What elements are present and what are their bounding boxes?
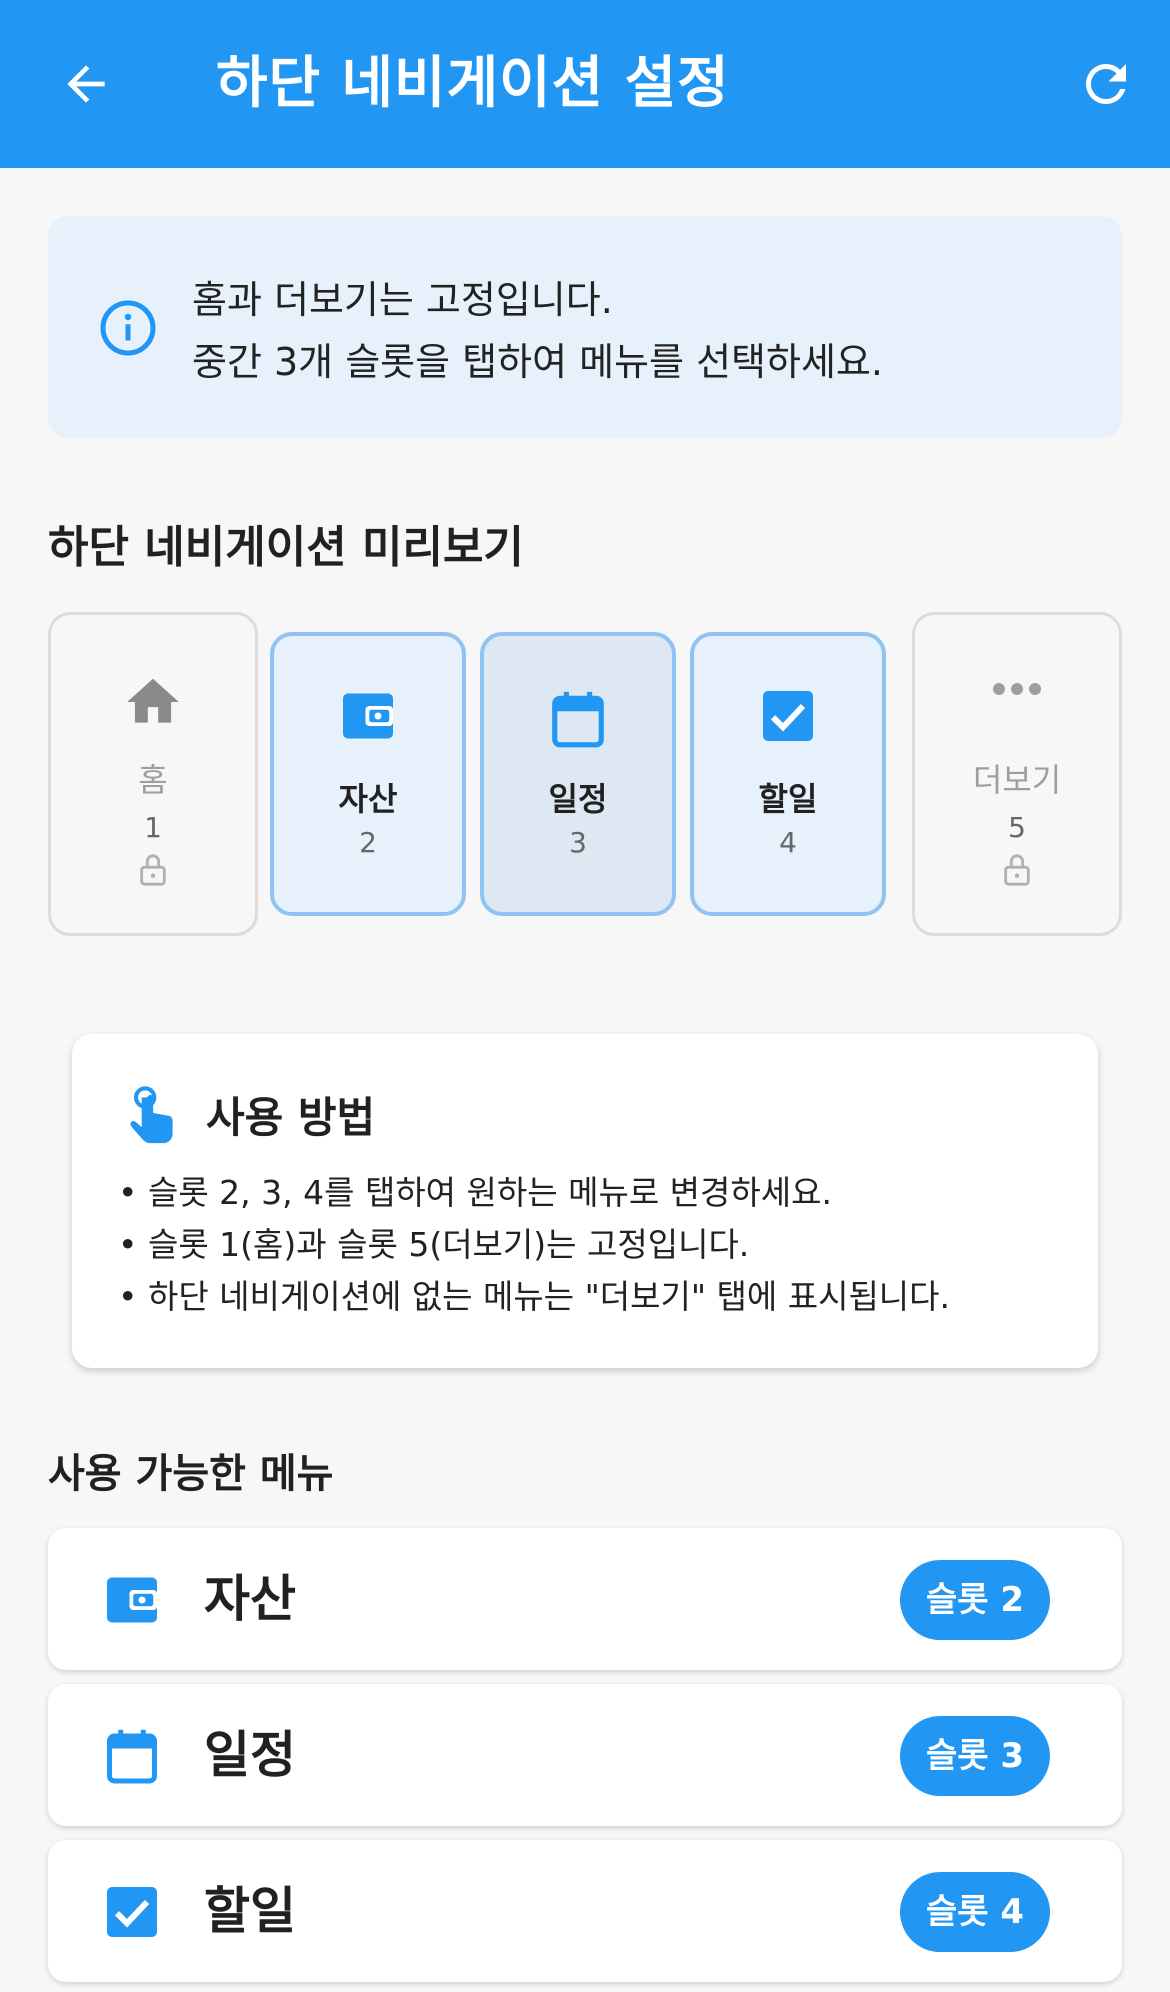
info-line-1: 홈과 더보기는 고정입니다. [192, 278, 613, 322]
slot-label: 더보기 [972, 761, 1062, 799]
slot-label: 홈 [138, 761, 168, 799]
menu-item-todo[interactable]: 할일 슬롯 4 [48, 1840, 1122, 1982]
slot-home: 홈 1 [48, 612, 258, 936]
howto-bullet-1: • 슬롯 2, 3, 4를 탭하여 원하는 메뉴로 변경하세요. [118, 1173, 832, 1212]
howto-bullet-3: • 하단 네비게이션에 없는 메뉴는 "더보기" 탭에 표시됩니다. [118, 1277, 951, 1316]
calendar-icon [107, 1729, 157, 1784]
wallet-icon [107, 1577, 157, 1623]
menu-item-label: 일정 [204, 1726, 296, 1784]
menu-list-title: 사용 가능한 메뉴 [48, 1451, 334, 1497]
menu-item-label: 할일 [204, 1882, 296, 1940]
howto-card: 사용 방법 • 슬롯 2, 3, 4를 탭하여 원하는 메뉴로 변경하세요. •… [72, 1034, 1098, 1368]
page-title: 하단 네비게이션 설정 [216, 51, 730, 116]
checkbox-icon [107, 1887, 157, 1937]
slot-assets[interactable]: 자산 2 [270, 632, 466, 916]
refresh-icon [1086, 64, 1126, 104]
slot-schedule[interactable]: 일정 3 [480, 632, 676, 916]
more-horiz-icon [993, 683, 1041, 695]
slot-badge: 슬롯 2 [900, 1560, 1050, 1640]
checkbox-icon [763, 691, 813, 741]
app-bar: 하단 네비게이션 설정 [0, 0, 1170, 168]
slot-todo[interactable]: 할일 4 [690, 632, 886, 916]
slot-badge: 슬롯 3 [900, 1716, 1050, 1796]
slot-label: 할일 [758, 780, 818, 818]
slot-label: 일정 [548, 780, 608, 818]
info-banner: 홈과 더보기는 고정입니다. 중간 3개 슬롯을 탭하여 메뉴를 선택하세요. [48, 216, 1122, 438]
slot-number: 3 [569, 826, 587, 859]
arrow-back-icon [67, 65, 105, 103]
refresh-button[interactable] [1066, 44, 1146, 124]
slot-number: 2 [359, 826, 377, 859]
slot-label: 자산 [338, 780, 398, 818]
slot-more: 더보기 5 [912, 612, 1122, 936]
menu-item-assets[interactable]: 자산 슬롯 2 [48, 1528, 1122, 1670]
back-button[interactable] [46, 44, 126, 124]
lock-icon [140, 854, 166, 886]
preview-title: 하단 네비게이션 미리보기 [48, 522, 524, 573]
wallet-icon [343, 693, 393, 739]
info-icon [100, 300, 156, 356]
calendar-icon [552, 691, 604, 748]
howto-bullet-2: • 슬롯 1(홈)과 슬롯 5(더보기)는 고정입니다. [118, 1225, 750, 1264]
slot-badge: 슬롯 4 [900, 1872, 1050, 1952]
slot-number: 1 [144, 811, 162, 844]
info-line-2: 중간 3개 슬롯을 탭하여 메뉴를 선택하세요. [192, 340, 883, 384]
menu-item-label: 자산 [204, 1570, 296, 1628]
touch-hand-icon [130, 1086, 173, 1144]
lock-icon [1004, 854, 1030, 886]
slot-number: 5 [1008, 811, 1026, 844]
menu-item-schedule[interactable]: 일정 슬롯 3 [48, 1684, 1122, 1826]
home-icon [127, 678, 179, 723]
howto-title: 사용 방법 [206, 1093, 376, 1142]
slot-number: 4 [779, 826, 797, 859]
